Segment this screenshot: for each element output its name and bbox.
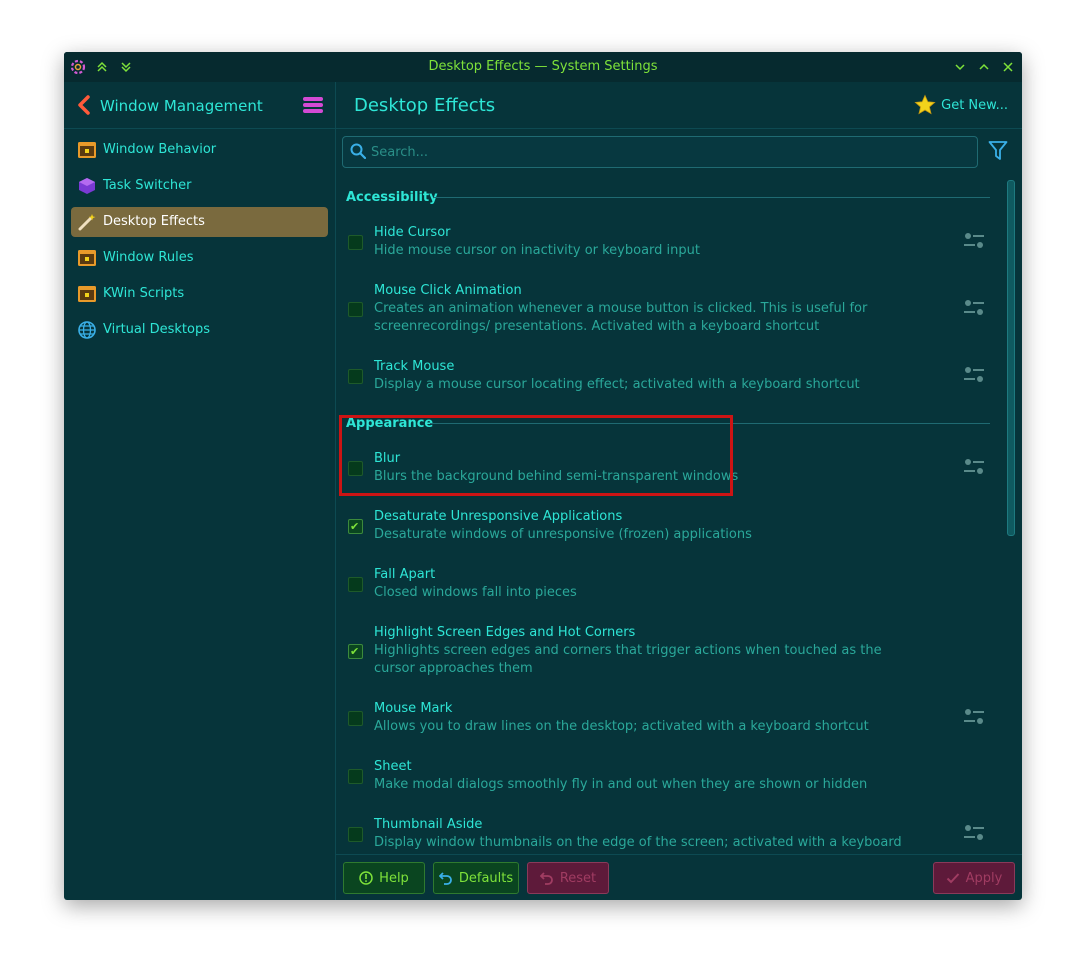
category-divider: [434, 197, 990, 198]
star-icon: [914, 94, 936, 115]
filter-icon[interactable]: [988, 140, 1008, 166]
effect-checkbox[interactable]: [348, 769, 363, 784]
configure-icon[interactable]: [963, 365, 985, 385]
sidebar-item-window-rules[interactable]: Window Rules: [71, 243, 328, 273]
virtual-desktops-icon: [77, 321, 97, 339]
sidebar-item-label: KWin Scripts: [103, 286, 185, 301]
sidebar-item-virtual-desktops[interactable]: Virtual Desktops: [71, 315, 328, 345]
apply-label: Apply: [965, 870, 1003, 886]
titlebar: Desktop Effects — System Settings: [64, 52, 1022, 82]
effect-name: Highlight Screen Edges and Hot Corners: [374, 625, 636, 640]
effect-name: Mouse Mark: [374, 701, 453, 716]
undo-icon: [539, 872, 553, 885]
effect-name: Hide Cursor: [374, 225, 451, 240]
get-new-button[interactable]: Get New...: [914, 94, 1008, 116]
sidebar-item-window-behavior[interactable]: Window Behavior: [71, 135, 328, 165]
search-icon: [350, 143, 367, 163]
effect-checkbox[interactable]: [348, 302, 363, 317]
sidebar-item-label: Virtual Desktops: [103, 322, 210, 337]
sidebar-item-label: Window Rules: [103, 250, 194, 265]
kwin-scripts-icon: [77, 285, 97, 303]
effect-checkbox[interactable]: [348, 235, 363, 250]
footer-button-bar: Help Defaults Reset Apply: [336, 854, 1022, 900]
effect-description: Make modal dialogs smoothly fly in and o…: [374, 777, 868, 792]
effect-description: Creates an animation whenever a mouse bu…: [374, 301, 868, 334]
sidebar-item-label: Task Switcher: [103, 178, 192, 193]
effect-description: Desaturate windows of unresponsive (froz…: [374, 527, 752, 542]
configure-icon[interactable]: [963, 707, 985, 727]
effects-list: Accessibility Hide Cursor Hide mouse cur…: [336, 176, 1000, 854]
task-switcher-icon: [77, 177, 97, 195]
scrollbar-thumb[interactable]: [1007, 180, 1015, 536]
effect-name: Track Mouse: [374, 359, 455, 374]
maximize-icon[interactable]: [974, 57, 994, 77]
minimize-icon[interactable]: [950, 57, 970, 77]
help-button[interactable]: Help: [343, 862, 425, 894]
effect-name: Fall Apart: [374, 567, 436, 582]
hamburger-menu-icon[interactable]: [302, 96, 324, 118]
search-input[interactable]: [369, 141, 963, 163]
sidebar-item-label: Window Behavior: [103, 142, 217, 157]
undo-icon: [438, 872, 452, 885]
checkmark-icon: [946, 873, 959, 884]
effect-name: Desaturate Unresponsive Applications: [374, 509, 623, 524]
defaults-button[interactable]: Defaults: [433, 862, 519, 894]
configure-icon[interactable]: [963, 823, 985, 843]
sidebar-item-label: Desktop Effects: [103, 214, 205, 229]
page-header: Desktop Effects Get New...: [336, 82, 1022, 129]
desktop-effects-icon: [77, 213, 97, 231]
get-new-label: Get New...: [941, 97, 1008, 113]
check-icon: ✔: [350, 520, 360, 533]
check-icon: ✔: [350, 645, 360, 658]
effect-name: Thumbnail Aside: [374, 817, 483, 832]
effect-description: Display a mouse cursor locating effect; …: [374, 377, 860, 392]
effect-description: Closed windows fall into pieces: [374, 585, 577, 600]
effect-description: Allows you to draw lines on the desktop;…: [374, 719, 869, 734]
category-header: Accessibility: [346, 190, 438, 205]
close-icon[interactable]: [998, 57, 1018, 77]
effect-name: Sheet: [374, 759, 412, 774]
search-bar[interactable]: [342, 136, 978, 168]
effect-checkbox[interactable]: [348, 369, 363, 384]
help-icon: [359, 871, 373, 885]
effect-checkbox[interactable]: [348, 827, 363, 842]
effect-description: Hide mouse cursor on inactivity or keybo…: [374, 243, 700, 258]
reset-label: Reset: [559, 870, 597, 886]
sidebar-item-desktop-effects[interactable]: Desktop Effects: [71, 207, 328, 237]
apply-button[interactable]: Apply: [933, 862, 1015, 894]
effect-description: Display window thumbnails on the edge of…: [374, 835, 902, 854]
defaults-label: Defaults: [458, 870, 514, 886]
effect-checkbox[interactable]: [348, 711, 363, 726]
reset-button[interactable]: Reset: [527, 862, 609, 894]
effect-name: Mouse Click Animation: [374, 283, 522, 298]
configure-icon[interactable]: [963, 457, 985, 477]
sidebar-item-task-switcher[interactable]: Task Switcher: [71, 171, 328, 201]
effect-checkbox[interactable]: ✔: [348, 519, 363, 534]
sidebar-header: Window Management: [64, 82, 335, 129]
vertical-scrollbar[interactable]: [1002, 176, 1016, 854]
back-title[interactable]: Window Management: [100, 97, 263, 115]
window-rules-icon: [77, 249, 97, 267]
help-label: Help: [379, 870, 409, 886]
effect-checkbox[interactable]: [348, 577, 363, 592]
configure-icon[interactable]: [963, 231, 985, 251]
highlight-annotation-box: [339, 415, 733, 496]
configure-icon[interactable]: [963, 298, 985, 318]
back-arrow-icon[interactable]: [76, 95, 92, 119]
window-behavior-icon: [77, 141, 97, 159]
effect-checkbox[interactable]: ✔: [348, 644, 363, 659]
effect-description: Highlights screen edges and corners that…: [374, 643, 882, 676]
sidebar-item-kwin-scripts[interactable]: KWin Scripts: [71, 279, 328, 309]
window-title: Desktop Effects — System Settings: [428, 59, 658, 74]
page-title: Desktop Effects: [354, 95, 496, 116]
